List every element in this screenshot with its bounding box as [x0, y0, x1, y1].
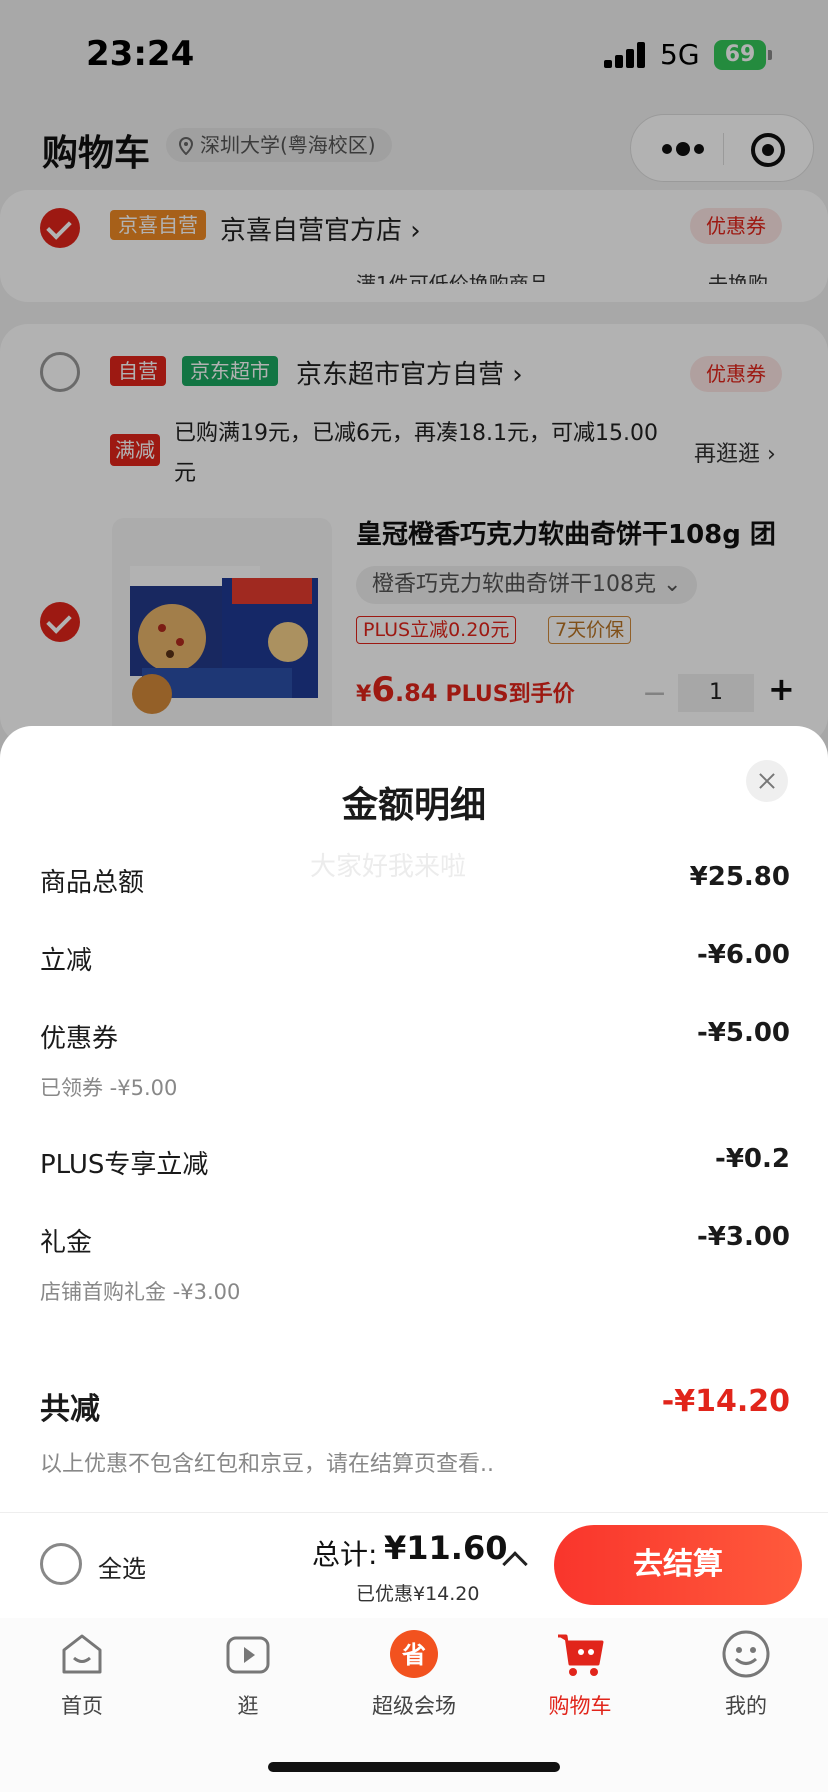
tab-label: 超级会场 — [372, 1694, 456, 1718]
close-icon[interactable] — [746, 760, 788, 802]
amount-detail-sheet: 金额明细 大家好我来啦 商品总额 ¥25.80 立减 -¥6.00 优惠券 -¥… — [0, 726, 828, 1512]
total-label: 总计: — [312, 1538, 378, 1571]
tab-profile[interactable]: 我的 — [686, 1628, 806, 1720]
row-sub-gift-money: 店铺首购礼金 -¥3.00 — [40, 1280, 241, 1304]
total-discount-label: 共减 — [40, 1392, 100, 1427]
video-icon — [226, 1636, 270, 1674]
super-venue-icon: 省 — [390, 1630, 438, 1678]
tab-home[interactable]: 首页 — [22, 1628, 142, 1720]
row-label-plus-reduction: PLUS专享立减 — [40, 1150, 209, 1180]
row-value-instant-reduction: -¥6.00 — [696, 940, 790, 970]
row-value-coupon: -¥5.00 — [696, 1018, 790, 1048]
row-sub-coupon: 已领券 -¥5.00 — [40, 1076, 178, 1100]
select-all-checkbox[interactable] — [40, 1543, 82, 1585]
tab-cart[interactable]: 购物车 — [520, 1628, 640, 1720]
tab-super-venue[interactable]: 省 超级会场 — [354, 1628, 474, 1720]
row-label-gift-money: 礼金 — [40, 1228, 93, 1258]
row-label-goods-total: 商品总额 — [40, 868, 145, 898]
row-label-instant-reduction: 立减 — [40, 946, 93, 976]
tab-browse[interactable]: 逛 — [188, 1628, 308, 1720]
home-indicator — [268, 1762, 560, 1772]
discount-note: 以上优惠不包含红包和京豆，请在结算页查看.. — [40, 1452, 494, 1477]
row-label-coupon: 优惠券 — [40, 1024, 119, 1054]
total-amount: ¥11.60 — [384, 1529, 508, 1567]
checkout-bar: 全选 总计: ¥11.60 已优惠¥14.20 去结算 — [0, 1512, 828, 1618]
svg-text:省: 省 — [401, 1641, 426, 1669]
profile-icon — [722, 1630, 770, 1678]
watermark-text: 大家好我来啦 — [310, 852, 467, 882]
tab-label: 首页 — [61, 1694, 103, 1718]
tab-label: 逛 — [237, 1694, 259, 1718]
select-all-label[interactable]: 全选 — [98, 1549, 146, 1584]
sheet-title: 金额明细 — [341, 785, 486, 826]
tab-label: 我的 — [725, 1694, 767, 1718]
tab-label: 购物车 — [548, 1694, 612, 1718]
checkout-button[interactable]: 去结算 — [554, 1525, 802, 1605]
row-value-goods-total: ¥25.80 — [689, 862, 790, 892]
row-value-plus-reduction: -¥0.2 — [715, 1144, 790, 1174]
total-discount-value: -¥14.20 — [661, 1384, 790, 1419]
row-value-gift-money: -¥3.00 — [696, 1222, 790, 1252]
cart-icon — [558, 1634, 604, 1676]
saved-amount: 已优惠¥14.20 — [356, 1583, 480, 1605]
home-icon — [62, 1634, 102, 1674]
